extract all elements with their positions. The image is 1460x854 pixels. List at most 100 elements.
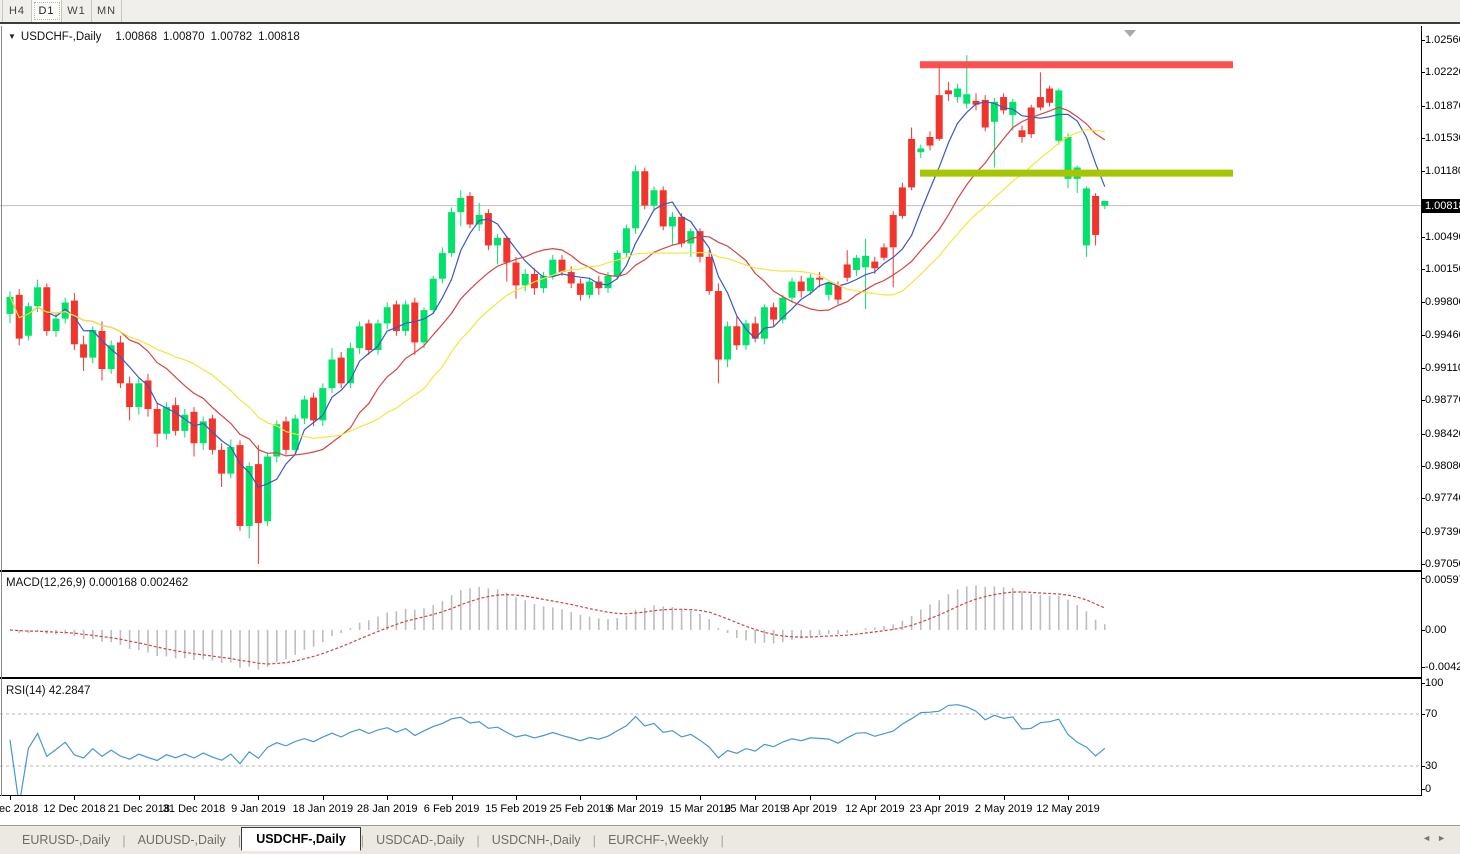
candle-body	[89, 330, 97, 358]
candle-body	[162, 407, 170, 434]
date-tick-label: 21 Dec 2018	[107, 803, 170, 815]
price-tick	[1422, 564, 1425, 565]
candle-body	[944, 90, 952, 95]
date-tick	[700, 796, 701, 800]
price-tick-label: 1.01180	[1425, 165, 1460, 178]
panel-separator[interactable]	[0, 570, 1460, 572]
candle-body	[714, 291, 722, 360]
date-tick	[635, 796, 637, 800]
date-tick-label: 28 Jan 2019	[356, 803, 418, 815]
date-tick-label: 12 May 2019	[1036, 803, 1100, 815]
timeframe-button-d1[interactable]: D1	[32, 0, 62, 22]
date-tick-label: 15 Feb 2019	[485, 803, 547, 815]
support-line[interactable]	[920, 169, 1233, 177]
date-tick-label: 25 Feb 2019	[549, 803, 612, 815]
candle-body	[806, 277, 814, 292]
price-tick	[1422, 368, 1425, 370]
candle-body	[898, 187, 906, 216]
candle-body	[429, 278, 437, 311]
candle-body	[843, 264, 851, 278]
candle-body	[558, 259, 566, 273]
tab-eurusd-daily[interactable]: EURUSD-,Daily	[10, 829, 122, 851]
price-tick	[1422, 334, 1425, 336]
close-value: 1.00818	[258, 31, 300, 43]
candle-body	[300, 399, 308, 419]
date-tick	[810, 796, 812, 800]
symbol-label: USDCHF-,Daily	[20, 31, 102, 43]
candle-body	[733, 326, 741, 346]
date-tick	[194, 796, 195, 800]
date-tick-label: 2 May 2019	[974, 803, 1033, 815]
trading-terminal-window: H4 D1 W1 MN ▼ USDCHF-,Daily 1.00868 1.00870 1.0…	[0, 0, 1460, 854]
price-tick	[1422, 40, 1425, 41]
date-tick-label: 31 Dec 2018	[162, 803, 226, 815]
date-tick-label: 3 Apr 2019	[783, 803, 837, 815]
candle-body	[218, 449, 226, 474]
rsi-scale-label: 70	[1425, 708, 1438, 720]
candle-body	[770, 307, 778, 320]
candle-body	[889, 214, 897, 248]
current-price-badge: 1.00818	[1422, 198, 1460, 213]
macd-title: MACD(12,26,9) 0.000168 0.002462	[6, 577, 188, 589]
candle-body	[1092, 195, 1100, 235]
tab-audusd-daily[interactable]: AUDUSD-,Daily	[126, 829, 238, 851]
candle-body	[282, 421, 290, 450]
candle-body	[512, 262, 520, 286]
date-tick-label: 18 Jan 2019	[292, 803, 354, 815]
date-axis[interactable]: 3 Dec 2018 12 Dec 201821 Dec 201831 Dec 2…	[0, 796, 1460, 825]
candle-body	[494, 237, 502, 246]
date-tick-label: 12 Apr 2019	[845, 803, 905, 815]
date-tick-label: 6 Mar 2019	[607, 803, 664, 815]
date-tick	[1003, 796, 1005, 800]
macd-value-main: 0.000168	[89, 577, 138, 589]
rsi-label: RSI(14)	[6, 685, 46, 697]
candle-body	[356, 326, 364, 349]
macd-indicator-panel[interactable]	[0, 572, 1460, 677]
rsi-scale-tick	[1422, 714, 1425, 715]
date-tick	[138, 796, 140, 800]
date-tick	[258, 796, 260, 800]
resistance-line[interactable]	[920, 61, 1233, 69]
candle-body	[825, 282, 833, 295]
candle-body	[963, 94, 971, 104]
tab-eurchf-weekly[interactable]: EURCHF-,Weekly	[596, 829, 720, 851]
timeframe-button-mn[interactable]: MN	[92, 0, 122, 22]
tab-usdchf-daily[interactable]: USDCHF-,Daily	[241, 827, 361, 851]
tab-usdcad-daily[interactable]: USDCAD-,Daily	[364, 829, 476, 851]
tab-usdcnh-daily[interactable]: USDCNH-,Daily	[480, 829, 593, 851]
candle-body	[254, 464, 262, 524]
rsi-scale-label: 0	[1425, 783, 1432, 795]
open-value: 1.00868	[115, 31, 157, 43]
date-tick	[580, 796, 582, 800]
candle-body	[742, 323, 750, 346]
price-scale[interactable]: 1.02560 1.02220 1.01870 1.01530 1.01180 1.004…	[1422, 26, 1460, 796]
price-tick	[1422, 433, 1425, 435]
candle-body	[724, 326, 732, 360]
rsi-scale-tick	[1422, 766, 1425, 767]
candles[interactable]	[6, 55, 1109, 564]
candle-body	[926, 137, 934, 146]
candle-body	[604, 275, 612, 289]
candle-body	[586, 281, 594, 295]
candle-body	[1027, 107, 1035, 135]
chart-menu-icon[interactable]: ▼	[8, 32, 16, 41]
candle-body	[779, 297, 787, 320]
price-tick	[1422, 466, 1425, 468]
timeframe-button-h4[interactable]: H4	[2, 0, 32, 22]
date-tick	[939, 796, 941, 800]
candle-body	[908, 138, 916, 188]
macd-scale-tick	[1422, 578, 1425, 579]
panel-separator[interactable]	[0, 677, 1460, 679]
candle-body	[880, 247, 888, 258]
candle-body	[549, 259, 557, 276]
price-tick	[1422, 171, 1425, 173]
rsi-indicator-panel[interactable]	[0, 679, 1460, 796]
tab-scroll-arrows[interactable]: ◄►	[1422, 833, 1452, 843]
date-tick	[10, 796, 11, 800]
tab-separator: |	[720, 832, 724, 848]
timeframe-button-w1[interactable]: W1	[62, 0, 92, 22]
candle-body	[420, 310, 428, 343]
date-tick-label: 3 Dec 2018	[0, 803, 39, 815]
main-price-chart[interactable]	[0, 26, 1460, 570]
chart-region[interactable]: ▼ USDCHF-,Daily 1.00868 1.00870 1.00782 1.008…	[0, 26, 1460, 854]
